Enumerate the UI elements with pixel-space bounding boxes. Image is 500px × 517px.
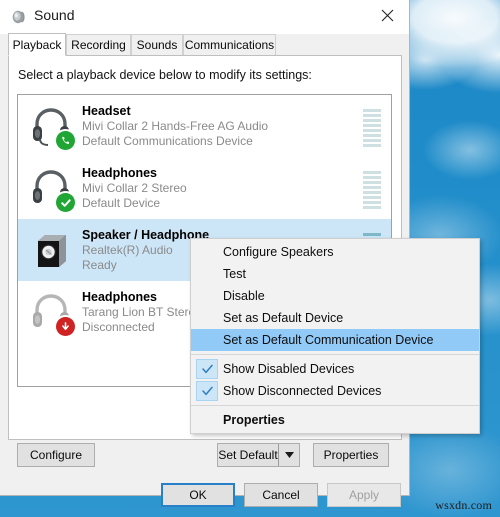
tab-strip: Playback Recording Sounds Communications bbox=[8, 33, 402, 56]
checkmark-icon bbox=[196, 381, 218, 401]
close-icon[interactable] bbox=[365, 0, 409, 31]
menu-item-label: Set as Default Communication Device bbox=[223, 333, 434, 347]
tab-sounds-label: Sounds bbox=[136, 38, 178, 52]
configure-button[interactable]: Configure bbox=[17, 443, 95, 467]
checkmark-icon bbox=[196, 359, 218, 379]
menu-item-label: Set as Default Device bbox=[223, 311, 344, 325]
menu-item-label: Show Disabled Devices bbox=[223, 362, 355, 376]
menu-separator bbox=[191, 354, 479, 355]
menu-item-label: Configure Speakers bbox=[223, 245, 334, 259]
watermark: wsxdn.com bbox=[435, 498, 492, 512]
check-green-badge bbox=[56, 193, 75, 212]
playback-hint: Select a playback device below to modify… bbox=[18, 68, 312, 82]
title-bar: Sound bbox=[0, 0, 409, 34]
window-title: Sound bbox=[34, 7, 75, 23]
arrow-down-red-badge bbox=[56, 317, 75, 336]
headphones-icon bbox=[28, 165, 75, 212]
device-info-headset: Headset Mivi Collar 2 Hands-Free AG Audi… bbox=[82, 104, 391, 149]
device-driver: Mivi Collar 2 Stereo bbox=[82, 180, 187, 195]
ok-button[interactable]: OK bbox=[161, 483, 235, 507]
tab-playback-label: Playback bbox=[12, 37, 62, 52]
menu-item-label: Disable bbox=[223, 289, 265, 303]
phone-green-badge bbox=[56, 131, 75, 150]
headphones-disabled-icon bbox=[28, 289, 75, 336]
tab-communications[interactable]: Communications bbox=[183, 34, 276, 55]
menu-item-disable[interactable]: Disable bbox=[191, 285, 479, 307]
tab-sounds[interactable]: Sounds bbox=[131, 34, 183, 55]
volume-meter bbox=[363, 167, 381, 209]
device-name: Headset bbox=[82, 103, 131, 118]
properties-button[interactable]: Properties bbox=[313, 443, 389, 467]
headset-icon bbox=[28, 103, 75, 150]
menu-item-configure-speakers[interactable]: Configure Speakers bbox=[191, 241, 479, 263]
menu-item-label: Properties bbox=[223, 413, 285, 427]
speaker-box-icon bbox=[28, 227, 74, 273]
speaker-icon bbox=[11, 9, 27, 25]
menu-item-label: Test bbox=[223, 267, 246, 281]
context-menu[interactable]: Configure Speakers Test Disable Set as D… bbox=[190, 238, 480, 434]
device-status: Default Communications Device bbox=[82, 133, 253, 148]
tab-communications-label: Communications bbox=[184, 38, 275, 52]
menu-item-show-disabled-devices[interactable]: Show Disabled Devices bbox=[191, 358, 479, 380]
set-default-split-button[interactable]: Set Default bbox=[217, 443, 300, 467]
menu-item-properties[interactable]: Properties bbox=[191, 409, 479, 431]
cancel-button[interactable]: Cancel bbox=[244, 483, 318, 507]
chevron-down-icon[interactable] bbox=[278, 444, 299, 466]
device-info-headphones-mivi: Headphones Mivi Collar 2 Stereo Default … bbox=[82, 166, 391, 211]
menu-item-set-as-default-communication-device[interactable]: Set as Default Communication Device bbox=[191, 329, 479, 351]
tab-recording[interactable]: Recording bbox=[66, 34, 131, 55]
menu-separator bbox=[191, 405, 479, 406]
menu-item-show-disconnected-devices[interactable]: Show Disconnected Devices bbox=[191, 380, 479, 402]
menu-item-label: Show Disconnected Devices bbox=[223, 384, 382, 398]
device-driver: Mivi Collar 2 Hands-Free AG Audio bbox=[82, 118, 269, 133]
device-status: Default Device bbox=[82, 195, 161, 210]
volume-meter bbox=[363, 105, 381, 147]
device-row-headset[interactable]: Headset Mivi Collar 2 Hands-Free AG Audi… bbox=[18, 95, 391, 157]
apply-button[interactable]: Apply bbox=[327, 483, 401, 507]
device-name: Headphones bbox=[82, 165, 158, 180]
menu-item-test[interactable]: Test bbox=[191, 263, 479, 285]
tab-recording-label: Recording bbox=[71, 38, 126, 52]
device-row-headphones-mivi[interactable]: Headphones Mivi Collar 2 Stereo Default … bbox=[18, 157, 391, 219]
set-default-button[interactable]: Set Default bbox=[218, 444, 278, 466]
tab-playback[interactable]: Playback bbox=[8, 33, 66, 56]
menu-item-set-as-default-device[interactable]: Set as Default Device bbox=[191, 307, 479, 329]
